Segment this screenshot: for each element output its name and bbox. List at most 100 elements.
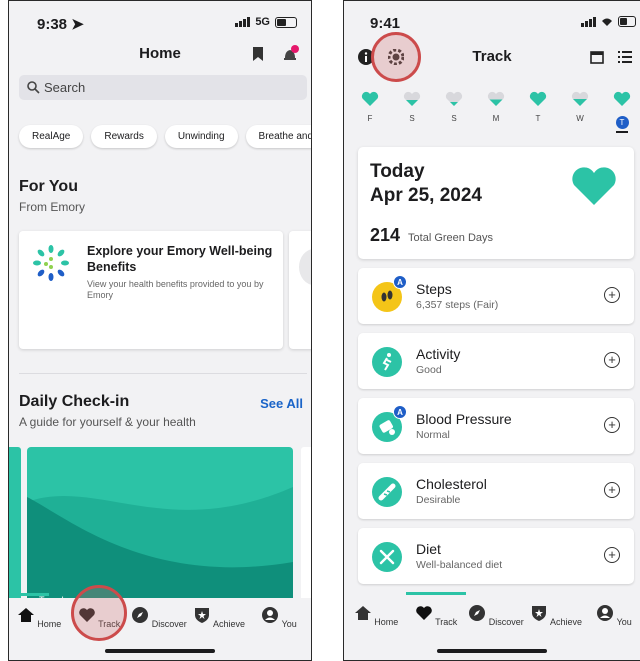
day-thu-today[interactable]: T — [612, 91, 632, 133]
see-all-link[interactable]: See All — [260, 396, 303, 411]
daily-checkin-title: Daily Check-in — [19, 393, 130, 410]
topic-chips: RealAge Rewards Unwinding Breathe and — [19, 125, 311, 148]
divider — [19, 373, 307, 374]
track-tab-highlight — [71, 585, 127, 641]
list-icon[interactable] — [618, 51, 632, 63]
tab-achieve-label: Achieve — [212, 619, 246, 629]
heart-icon — [415, 606, 432, 620]
tab-you[interactable]: You — [249, 606, 309, 629]
tab-discover[interactable]: Discover — [129, 606, 189, 629]
track-item-activity[interactable]: Activity Good + — [358, 333, 634, 389]
add-entry-button[interactable]: + — [604, 287, 620, 303]
track-item-steps[interactable]: A Steps 6,357 steps (Fair) + — [358, 268, 634, 324]
day-mon[interactable]: M — [486, 91, 506, 123]
add-entry-button[interactable]: + — [604, 352, 620, 368]
today-underline — [616, 131, 628, 133]
track-item-subtitle: Good — [416, 364, 442, 376]
chip-breathe[interactable]: Breathe and — [245, 125, 311, 148]
day-sun[interactable]: S — [444, 91, 464, 123]
track-item-title: Activity — [416, 346, 461, 362]
page-title: Home — [139, 45, 181, 62]
bookmark-icon[interactable] — [252, 47, 264, 61]
prev-checkin-card[interactable] — [9, 447, 21, 607]
daily-checkin-card[interactable]: Tuesday — [27, 447, 293, 607]
tab-track-label: Track — [435, 617, 458, 627]
tab-track[interactable]: Track — [406, 604, 466, 627]
today-label: Today — [370, 161, 425, 182]
track-item-blood-pressure[interactable]: A Blood Pressure Normal + — [358, 398, 634, 454]
network-label: 5G — [255, 16, 270, 28]
green-days-row: 214 Total Green Days — [370, 225, 493, 246]
chip-realage[interactable]: RealAge — [19, 125, 84, 148]
track-item-diet[interactable]: Diet Well-balanced diet + — [358, 528, 634, 584]
day-label-today: T — [615, 116, 629, 129]
home-screen: 9:38 ➤ 5G Home Search RealAge Rewards Un… — [8, 0, 312, 661]
notification-bell-icon[interactable] — [281, 45, 299, 63]
day-label: S — [451, 114, 457, 123]
signal-icon — [581, 16, 596, 27]
green-days-label: Total Green Days — [408, 232, 494, 244]
track-item-title: Steps — [416, 281, 452, 297]
chip-rewards[interactable]: Rewards — [91, 125, 157, 148]
tab-discover[interactable]: Discover — [466, 604, 526, 627]
daily-checkin-subtitle: A guide for yourself & your health — [19, 415, 196, 429]
benefits-card-title: Explore your Emory Well-being Benefits — [87, 244, 273, 274]
calendar-icon[interactable] — [590, 50, 604, 64]
next-card-peek[interactable] — [289, 231, 311, 349]
person-icon — [262, 607, 279, 623]
tab-achieve[interactable]: Achieve — [526, 604, 586, 627]
track-item-subtitle: 6,357 steps (Fair) — [416, 299, 499, 311]
tab-you[interactable]: You — [584, 604, 640, 627]
green-days-count: 214 — [370, 225, 401, 245]
search-placeholder: Search — [44, 80, 86, 95]
home-indicator — [437, 649, 547, 653]
track-item-cholesterol[interactable]: Cholesterol Desirable + — [358, 463, 634, 519]
track-item-subtitle: Normal — [416, 429, 450, 441]
day-fri[interactable]: F — [360, 91, 380, 123]
for-you-title: For You — [19, 178, 78, 195]
battery-icon — [275, 16, 297, 28]
track-item-subtitle: Well-balanced diet — [416, 559, 503, 571]
emory-logo-icon — [33, 245, 69, 281]
signal-icon — [235, 17, 251, 27]
search-input[interactable]: Search — [19, 75, 307, 100]
status-icons: 5G — [235, 16, 297, 28]
wave-illustration — [27, 487, 293, 607]
active-tab-indicator — [9, 593, 49, 596]
add-entry-button[interactable]: + — [604, 417, 620, 433]
tab-discover-label: Discover — [151, 619, 187, 629]
day-label: W — [576, 114, 584, 123]
auto-sync-badge: A — [393, 405, 407, 419]
status-time: 9:38 ➤ — [37, 16, 84, 33]
diet-icon — [372, 542, 402, 572]
today-date: Apr 25, 2024 — [370, 185, 482, 206]
wifi-icon — [602, 18, 612, 26]
compass-icon — [469, 605, 486, 621]
day-sat[interactable]: S — [402, 91, 422, 123]
card-image-placeholder — [299, 249, 311, 285]
day-label: T — [535, 114, 541, 123]
big-heart-icon — [572, 167, 616, 205]
day-tue[interactable]: T — [528, 91, 548, 123]
track-item-title: Blood Pressure — [416, 411, 512, 427]
cholesterol-icon — [372, 477, 402, 507]
home-icon — [354, 606, 371, 620]
chip-unwinding[interactable]: Unwinding — [164, 125, 238, 148]
next-checkin-card[interactable] — [301, 447, 311, 607]
tab-home-label: Home — [374, 617, 399, 627]
tab-home[interactable]: Home — [346, 604, 406, 627]
benefits-card[interactable]: Explore your Emory Well-being Benefits V… — [19, 231, 283, 349]
tab-home[interactable]: Home — [9, 606, 69, 629]
day-label: S — [409, 114, 415, 123]
day-wed[interactable]: W — [570, 91, 590, 123]
track-item-subtitle: Desirable — [416, 494, 461, 506]
home-indicator — [105, 649, 215, 653]
add-entry-button[interactable]: + — [604, 547, 620, 563]
add-entry-button[interactable]: + — [604, 482, 620, 498]
benefits-card-desc: View your health benefits provided to yo… — [87, 279, 264, 300]
day-heart-icon — [613, 91, 631, 106]
day-heart-icon — [445, 91, 463, 106]
tab-achieve[interactable]: Achieve — [189, 606, 249, 629]
tab-bar: Home Track Discover Achieve You — [344, 592, 640, 660]
day-heart-icon — [529, 91, 547, 106]
